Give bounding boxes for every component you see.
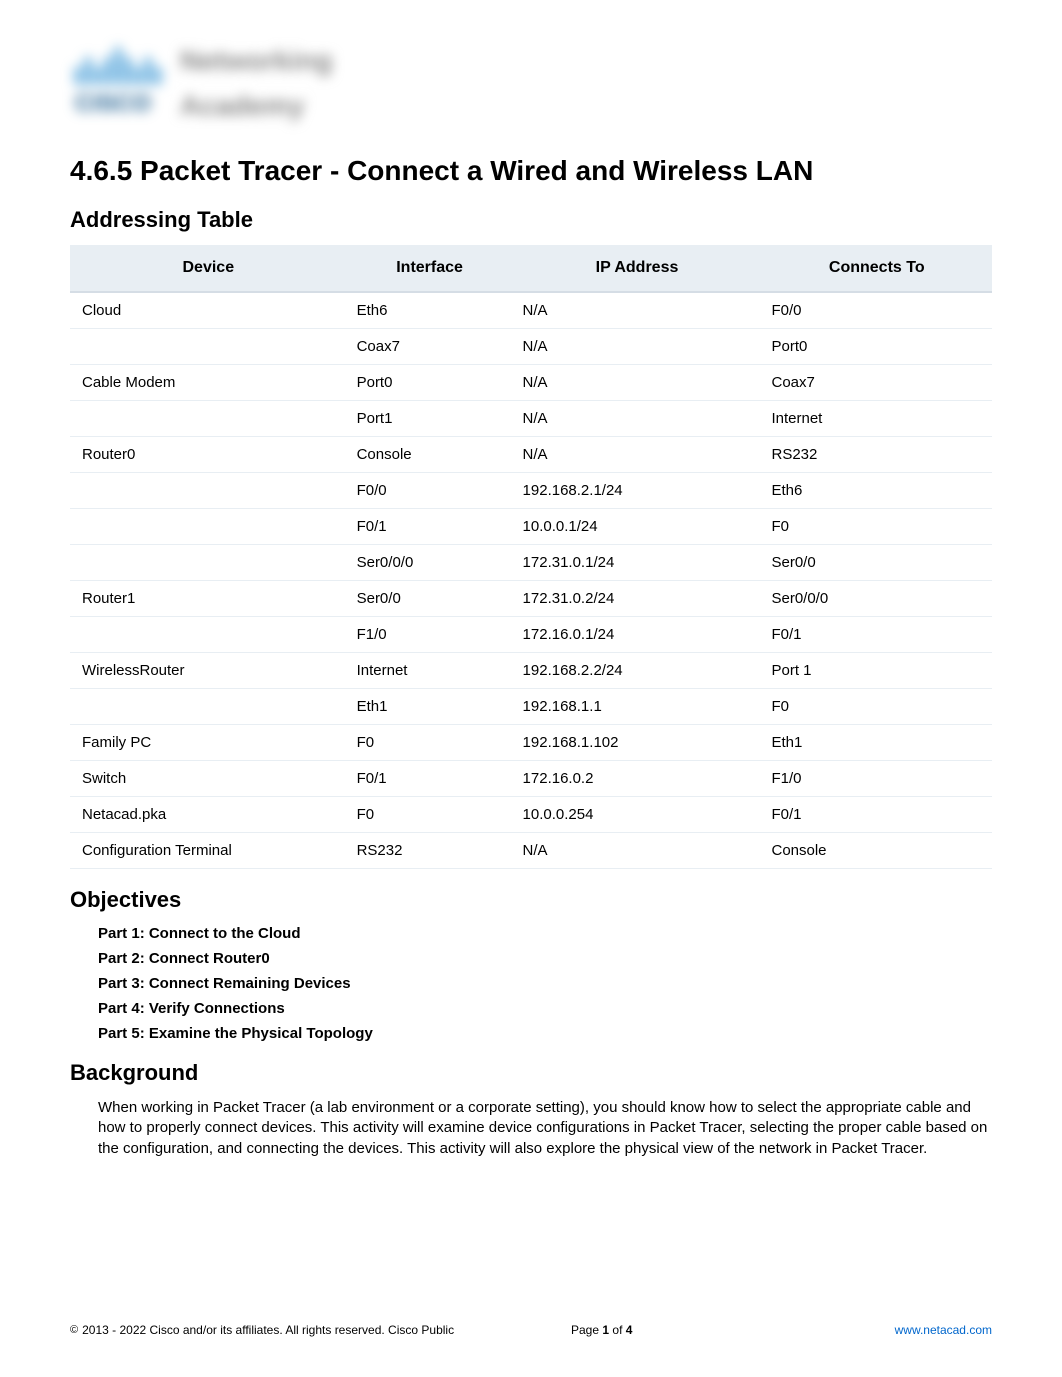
background-heading: Background (70, 1060, 992, 1086)
col-device: Device (70, 245, 347, 292)
objective-item: Part 5: Examine the Physical Topology (98, 1025, 992, 1042)
footer-page-indicator: Page 1 of 4 (571, 1323, 632, 1337)
table-row: SwitchF0/1172.16.0.2F1/0 (70, 761, 992, 797)
footer-copyright: © 2013 - 2022 Cisco and/or its affiliate… (70, 1323, 454, 1337)
table-row: Router0ConsoleN/ARS232 (70, 437, 992, 473)
table-row: F0/0192.168.2.1/24Eth6 (70, 473, 992, 509)
objective-item: Part 3: Connect Remaining Devices (98, 975, 992, 992)
table-row: Port1N/AInternet (70, 401, 992, 437)
table-row: Configuration TerminalRS232N/AConsole (70, 833, 992, 869)
copyright-icon: © (70, 1324, 78, 1336)
page-title: 4.6.5 Packet Tracer - Connect a Wired an… (70, 155, 992, 187)
table-row: WirelessRouterInternet192.168.2.2/24Port… (70, 653, 992, 689)
logo-bars-icon (75, 45, 161, 85)
footer-link[interactable]: www.netacad.com (895, 1323, 992, 1337)
objective-item: Part 1: Connect to the Cloud (98, 925, 992, 942)
table-header-row: Device Interface IP Address Connects To (70, 245, 992, 292)
col-ip: IP Address (513, 245, 762, 292)
objective-item: Part 4: Verify Connections (98, 1000, 992, 1017)
page-footer: © 2013 - 2022 Cisco and/or its affiliate… (70, 1323, 992, 1337)
col-connects: Connects To (761, 245, 992, 292)
addressing-table-heading: Addressing Table (70, 207, 992, 233)
table-row: F0/110.0.0.1/24F0 (70, 509, 992, 545)
table-row: Netacad.pkaF010.0.0.254F0/1 (70, 797, 992, 833)
table-row: Eth1192.168.1.1F0 (70, 689, 992, 725)
addressing-table: Device Interface IP Address Connects To … (70, 245, 992, 869)
table-row: Coax7N/APort0 (70, 329, 992, 365)
table-row: Cable ModemPort0N/ACoax7 (70, 365, 992, 401)
logo-text-networking: Networking (180, 45, 332, 77)
brand-logo: Networking CISCO Academy (70, 40, 350, 130)
copyright-text: 2013 - 2022 Cisco and/or its affiliates.… (82, 1323, 454, 1337)
objectives-heading: Objectives (70, 887, 992, 913)
objectives-list: Part 1: Connect to the Cloud Part 2: Con… (70, 925, 992, 1042)
table-row: CloudEth6N/AF0/0 (70, 292, 992, 329)
col-interface: Interface (347, 245, 513, 292)
table-row: Router1Ser0/0172.31.0.2/24Ser0/0/0 (70, 581, 992, 617)
background-paragraph: When working in Packet Tracer (a lab env… (70, 1098, 992, 1159)
logo-text-academy: Academy (180, 90, 305, 122)
objective-item: Part 2: Connect Router0 (98, 950, 992, 967)
logo-text-cisco: CISCO (75, 90, 151, 118)
table-row: F1/0172.16.0.1/24F0/1 (70, 617, 992, 653)
table-row: Ser0/0/0172.31.0.1/24Ser0/0 (70, 545, 992, 581)
table-row: Family PCF0192.168.1.102Eth1 (70, 725, 992, 761)
